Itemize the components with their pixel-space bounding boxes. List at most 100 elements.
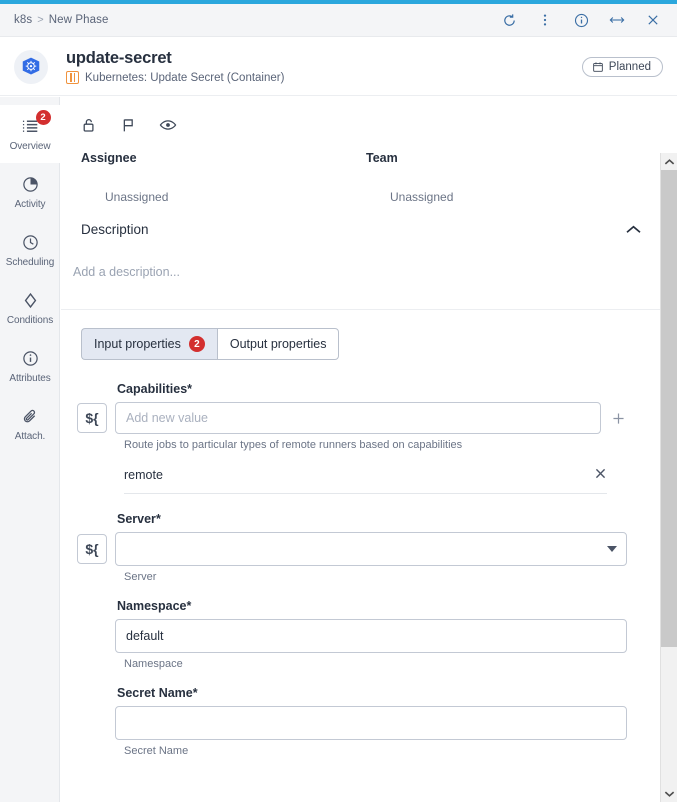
input-row: ${	[77, 532, 627, 566]
description-title: Description	[81, 222, 149, 237]
scroll-up-icon[interactable]	[661, 153, 677, 170]
sidebar: 2 Overview Activity Scheduling Condition…	[0, 97, 60, 802]
properties-form: Capabilities* ${ Route jobs to particula…	[61, 360, 661, 757]
field-label-text: Capabilities	[117, 382, 188, 396]
sidebar-item-label: Scheduling	[5, 256, 55, 268]
chip-label: remote	[124, 468, 163, 482]
content-panel: Assignee Unassigned Team Unassigned Desc…	[61, 97, 661, 802]
capabilities-input[interactable]	[115, 402, 601, 434]
sidebar-badge-overview: 2	[35, 109, 51, 125]
server-select[interactable]	[115, 532, 627, 566]
plus-icon[interactable]	[609, 409, 627, 427]
field-label-text: Secret Name	[117, 686, 193, 700]
vertical-scrollbar[interactable]	[660, 153, 677, 802]
breadcrumb-leaf[interactable]: New Phase	[49, 14, 109, 26]
breadcrumb-root[interactable]: k8s	[14, 14, 32, 26]
entity-header: update-secret Kubernetes: Update Secret …	[0, 38, 677, 96]
field-server: Server* ${ Server	[61, 512, 661, 583]
input-row	[77, 706, 627, 740]
field-label: Secret Name*	[117, 686, 627, 700]
description-header: Description	[61, 204, 661, 237]
field-label: Capabilities*	[117, 382, 627, 396]
refresh-icon[interactable]	[491, 5, 527, 35]
eye-icon[interactable]	[159, 116, 177, 134]
sidebar-item-scheduling[interactable]: Scheduling	[0, 221, 60, 279]
sidebar-item-conditions[interactable]: Conditions	[0, 279, 60, 337]
breadcrumb-separator: >	[37, 14, 44, 26]
page-subtitle: Kubernetes: Update Secret (Container)	[85, 71, 285, 84]
scrollbar-thumb[interactable]	[661, 170, 677, 647]
title-bar: k8s > New Phase	[0, 4, 677, 37]
team-field: Team Unassigned	[366, 151, 651, 204]
kubernetes-logo-icon	[22, 57, 40, 75]
info-circle-icon	[22, 349, 39, 369]
required-marker: *	[155, 512, 161, 526]
team-value[interactable]: Unassigned	[366, 190, 651, 204]
tab-input-properties[interactable]: Input properties 2	[81, 328, 217, 360]
input-indent-spacer	[77, 621, 107, 651]
titlebar-actions	[491, 5, 677, 35]
input-row: ${	[77, 402, 627, 434]
sidebar-item-activity[interactable]: Activity	[0, 163, 60, 221]
tab-output-properties[interactable]: Output properties	[216, 328, 340, 360]
variable-button[interactable]: ${	[77, 534, 107, 564]
field-helper: Namespace	[124, 658, 183, 670]
more-vertical-icon[interactable]	[527, 5, 563, 35]
sidebar-item-label: Activity	[14, 198, 46, 210]
assignee-value[interactable]: Unassigned	[81, 190, 366, 204]
field-capabilities: Capabilities* ${ Route jobs to particula…	[61, 382, 661, 494]
scroll-down-icon[interactable]	[661, 785, 677, 802]
field-label: Server*	[117, 512, 627, 526]
field-helper: Secret Name	[124, 745, 189, 757]
expand-horizontal-icon[interactable]	[599, 5, 635, 35]
calendar-icon	[592, 61, 603, 72]
sidebar-item-overview[interactable]: 2 Overview	[0, 105, 60, 163]
sidebar-item-attachments[interactable]: Attach.	[0, 395, 60, 453]
field-helper: Server	[124, 571, 157, 583]
flag-icon[interactable]	[120, 117, 137, 134]
sidebar-item-label: Overview	[9, 140, 51, 152]
info-icon[interactable]	[563, 5, 599, 35]
field-label-text: Namespace	[117, 599, 187, 613]
page-subtitle-row: Kubernetes: Update Secret (Container)	[66, 71, 284, 84]
sidebar-item-label: Attributes	[9, 372, 51, 384]
tab-label: Output properties	[229, 337, 327, 351]
chevron-down-icon[interactable]	[607, 546, 617, 552]
field-helper: Route jobs to particular types of remote…	[124, 439, 463, 451]
properties-tabs: Input properties 2 Output properties	[61, 310, 661, 360]
input-indent-spacer	[77, 708, 107, 738]
app-window: k8s > New Phase update-secret Kubernetes…	[0, 0, 677, 802]
pie-chart-icon	[22, 175, 39, 195]
tab-label: Input properties	[94, 337, 181, 351]
entity-toolbar	[61, 97, 661, 139]
sidebar-item-label: Attach.	[14, 430, 46, 442]
clock-icon	[22, 233, 39, 253]
assignee-field: Assignee Unassigned	[81, 151, 366, 204]
namespace-input[interactable]	[115, 619, 627, 653]
unlock-icon[interactable]	[81, 117, 98, 134]
header-text: update-secret Kubernetes: Update Secret …	[66, 49, 284, 84]
diamond-icon	[22, 291, 39, 311]
required-marker: *	[186, 599, 192, 613]
status-badge-label: Planned	[608, 60, 651, 73]
tab-badge: 2	[188, 336, 205, 352]
input-row	[77, 619, 627, 653]
page-title: update-secret	[66, 49, 172, 67]
description-placeholder[interactable]: Add a description...	[61, 237, 661, 279]
paperclip-icon	[22, 407, 39, 427]
secret-name-input[interactable]	[115, 706, 627, 740]
field-label-text: Server	[117, 512, 156, 526]
chevron-up-icon[interactable]	[624, 223, 643, 236]
breadcrumb: k8s > New Phase	[14, 14, 108, 26]
field-secret-name: Secret Name* Secret Name	[61, 686, 661, 757]
team-label: Team	[366, 151, 398, 165]
variable-button[interactable]: ${	[77, 403, 107, 433]
close-icon[interactable]	[635, 5, 671, 35]
list-icon: 2	[21, 109, 51, 137]
avatar	[14, 49, 48, 84]
field-namespace: Namespace* Namespace	[61, 599, 661, 670]
sidebar-item-attributes[interactable]: Attributes	[0, 337, 60, 395]
close-icon[interactable]	[594, 467, 607, 483]
status-badge[interactable]: Planned	[581, 56, 663, 77]
server-select-wrap	[115, 532, 627, 566]
